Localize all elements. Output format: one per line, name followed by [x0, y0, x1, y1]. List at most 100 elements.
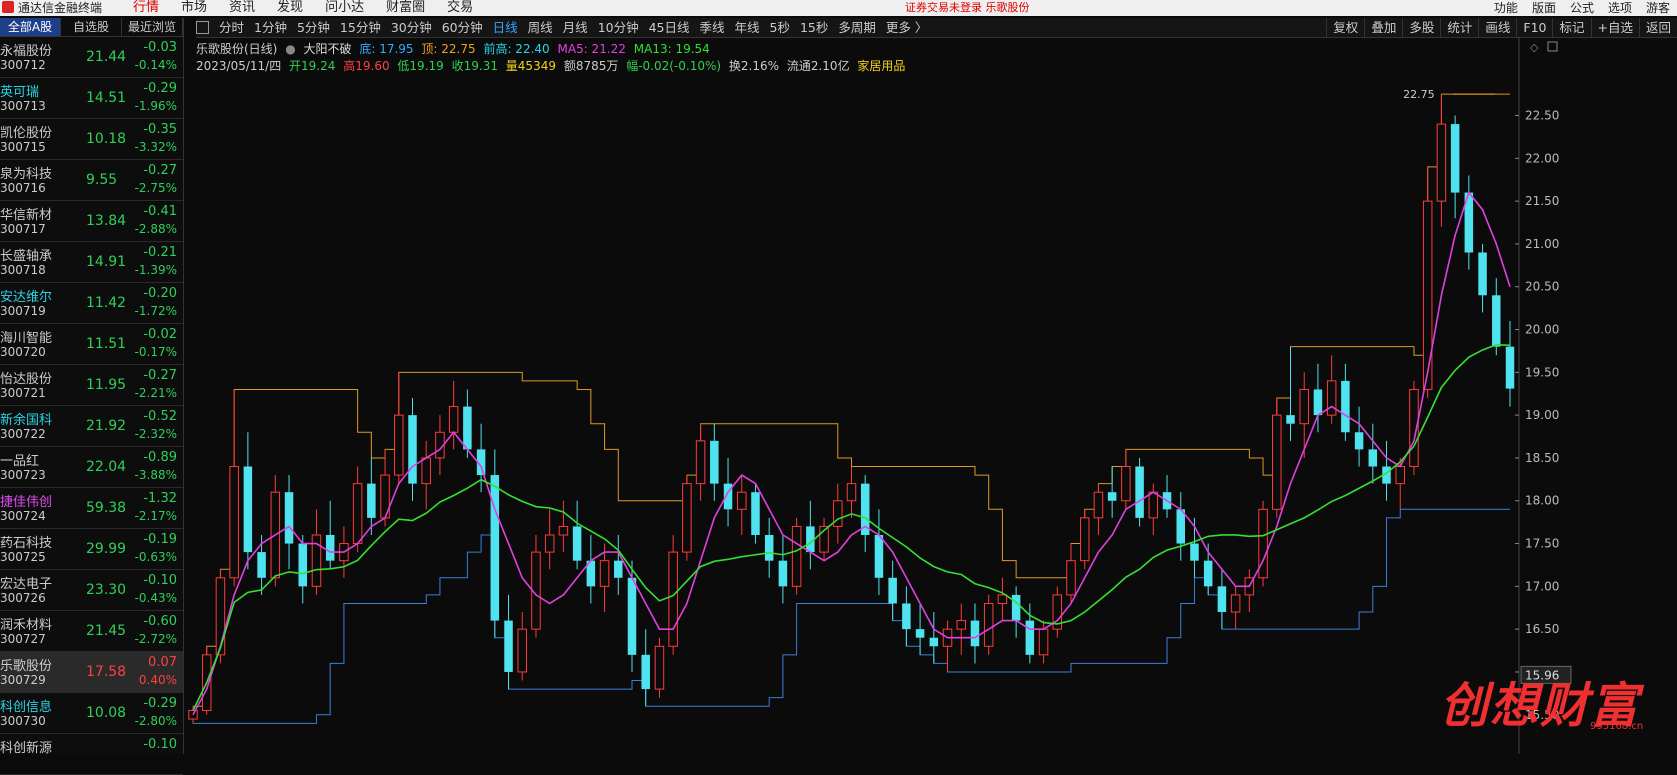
stock-code: 300724: [0, 509, 46, 523]
stock-row[interactable]: 海川智能 300720 11.51 -0.02 -0.17%: [0, 324, 183, 365]
stock-change: -0.89: [143, 450, 177, 465]
candle: [791, 517, 802, 595]
chart-tool-3[interactable]: 统计: [1440, 18, 1478, 37]
stock-row[interactable]: 一品红 300723 22.04 -0.89 -3.88%: [0, 447, 183, 488]
period-tab-10[interactable]: 45日线: [644, 18, 695, 37]
stock-name: 海川智能: [0, 331, 53, 346]
stock-row[interactable]: 英可瑞 300713 14.51 -0.29 -1.96%: [0, 78, 183, 119]
stock-pct: -2.75%: [134, 181, 177, 195]
stock-price: 14.51: [86, 90, 127, 106]
stock-row[interactable]: 安达维尔 300719 11.42 -0.20 -1.72%: [0, 283, 183, 324]
candle: [1450, 115, 1460, 219]
y-tick-label: 16.50: [1525, 622, 1559, 636]
stock-row[interactable]: 乐歌股份 300729 17.58 0.07 0.40%: [0, 652, 183, 693]
stock-row[interactable]: 科创新源 -0.10: [0, 734, 183, 775]
candle: [736, 475, 747, 535]
top-right-item-3[interactable]: 选项: [1601, 0, 1639, 16]
top-right-item-0[interactable]: 功能: [1487, 0, 1525, 16]
stock-price: 17.58: [86, 664, 127, 680]
menu-item-0[interactable]: 行情: [122, 0, 170, 16]
login-notice[interactable]: 证券交易未登录 乐歌股份: [905, 0, 1030, 16]
period-tab-5[interactable]: 60分钟: [437, 18, 488, 37]
stock-row[interactable]: 长盛轴承 300718 14.91 -0.21 -1.39%: [0, 242, 183, 283]
chart-tool-5[interactable]: F10: [1516, 18, 1552, 37]
period-tab-2[interactable]: 5分钟: [292, 18, 335, 37]
stock-row[interactable]: 凯伦股份 300715 10.18 -0.35 -3.32%: [0, 119, 183, 160]
watermark-url: 995168.cn: [1590, 721, 1644, 732]
stock-tab-1[interactable]: 自选股: [61, 18, 122, 36]
candle: [367, 457, 376, 535]
stock-tab-2[interactable]: 最近浏览: [122, 18, 183, 36]
stock-name: 英可瑞: [0, 85, 40, 100]
period-tab-8[interactable]: 月线: [558, 18, 593, 37]
stock-list: 永福股份 300712 21.44 -0.03 -0.14% 英可瑞 300713 14.51…: [0, 37, 183, 775]
period-tab-1[interactable]: 1分钟: [249, 18, 292, 37]
stock-row[interactable]: 华信新材 300717 13.84 -0.41 -2.88%: [0, 201, 183, 242]
menu-item-1[interactable]: 市场: [170, 0, 218, 16]
period-tab-0[interactable]: 分时: [214, 18, 249, 37]
stock-pct: -2.32%: [134, 427, 177, 441]
stock-row[interactable]: 捷佳伟创 300724 59.38 -1.32 -2.17%: [0, 488, 183, 529]
chart-tool-7[interactable]: +自选: [1590, 18, 1639, 37]
stock-row[interactable]: 永福股份 300712 21.44 -0.03 -0.14%: [0, 37, 183, 78]
menu-item-3[interactable]: 发现: [266, 0, 314, 16]
chart-tool-4[interactable]: 画线: [1478, 18, 1516, 37]
menu-item-4[interactable]: 问小达: [314, 0, 375, 16]
kline-chart[interactable]: 15.5016.0016.5017.0017.5018.0018.5019.00…: [185, 37, 1677, 754]
chart-tool-0[interactable]: 复权: [1326, 18, 1364, 37]
stock-price: 21.92: [86, 418, 127, 434]
stock-row[interactable]: 怡达股份 300721 11.95 -0.27 -2.21%: [0, 365, 183, 406]
period-tab-15[interactable]: 多周期: [833, 18, 881, 37]
stock-price: 23.30: [86, 582, 127, 598]
stock-tab-0[interactable]: 全部A股: [0, 18, 61, 36]
top-right-item-4[interactable]: 游客: [1639, 0, 1677, 16]
stock-code: 300712: [0, 58, 46, 72]
period-tab-13[interactable]: 5秒: [765, 18, 795, 37]
stock-name: 乐歌股份: [0, 659, 53, 674]
chart-tool-2[interactable]: 多股: [1402, 18, 1440, 37]
candle: [710, 423, 719, 501]
chart-tool-8[interactable]: 返回: [1638, 18, 1677, 37]
stock-row[interactable]: 新余国科 300722 21.92 -0.52 -2.32%: [0, 406, 183, 447]
period-tab-14[interactable]: 15秒: [795, 18, 833, 37]
stock-code: 300727: [0, 632, 46, 646]
top-price-label: 22.75: [1403, 88, 1435, 101]
top-right-item-2[interactable]: 公式: [1563, 0, 1601, 16]
chart-tool-6[interactable]: 标记: [1552, 18, 1590, 37]
stock-change: -0.10: [143, 573, 177, 588]
period-tab-4[interactable]: 30分钟: [386, 18, 437, 37]
candle: [1272, 398, 1282, 518]
period-tab-16[interactable]: 更多 〉: [881, 18, 932, 37]
stock-change: -0.21: [143, 245, 177, 260]
stock-pct: -1.96%: [134, 99, 177, 113]
candle: [1478, 243, 1487, 313]
candle: [229, 389, 239, 587]
stock-change: -0.10: [143, 737, 177, 752]
period-tab-11[interactable]: 季线: [695, 18, 730, 37]
candle: [490, 449, 500, 638]
expand-icon[interactable]: [1547, 41, 1558, 52]
stock-row[interactable]: 泉为科技 300716 9.55 -0.27 -2.75%: [0, 160, 183, 201]
stock-code: 300715: [0, 140, 46, 154]
period-tab-3[interactable]: 15分钟: [335, 18, 386, 37]
diamond-icon[interactable]: ◇: [1530, 41, 1539, 54]
period-tab-9[interactable]: 10分钟: [593, 18, 644, 37]
menu-item-6[interactable]: 交易: [436, 0, 484, 16]
candle: [394, 372, 404, 484]
stock-row[interactable]: 宏达电子 300726 23.30 -0.10 -0.43%: [0, 570, 183, 611]
stock-row[interactable]: 润禾材料 300727 21.45 -0.60 -2.72%: [0, 611, 183, 652]
period-tab-6[interactable]: 日线: [488, 18, 523, 37]
menu-item-5[interactable]: 财富圈: [375, 0, 436, 16]
chart-tool-1[interactable]: 叠加: [1364, 18, 1402, 37]
period-tab-12[interactable]: 年线: [730, 18, 765, 37]
top-right-item-1[interactable]: 版面: [1525, 0, 1563, 16]
stock-row[interactable]: 科创信息 300730 10.08 -0.29 -2.80%: [0, 693, 183, 734]
candle: [1079, 509, 1090, 570]
stock-change: -0.03: [143, 40, 177, 55]
menu-item-2[interactable]: 资讯: [218, 0, 266, 16]
stock-name: 泉为科技: [0, 167, 53, 182]
stock-row[interactable]: 药石科技 300725 29.99 -0.19 -0.63%: [0, 529, 183, 570]
candle: [544, 509, 555, 570]
toggle-panel-button[interactable]: [196, 21, 209, 34]
period-tab-7[interactable]: 周线: [523, 18, 558, 37]
